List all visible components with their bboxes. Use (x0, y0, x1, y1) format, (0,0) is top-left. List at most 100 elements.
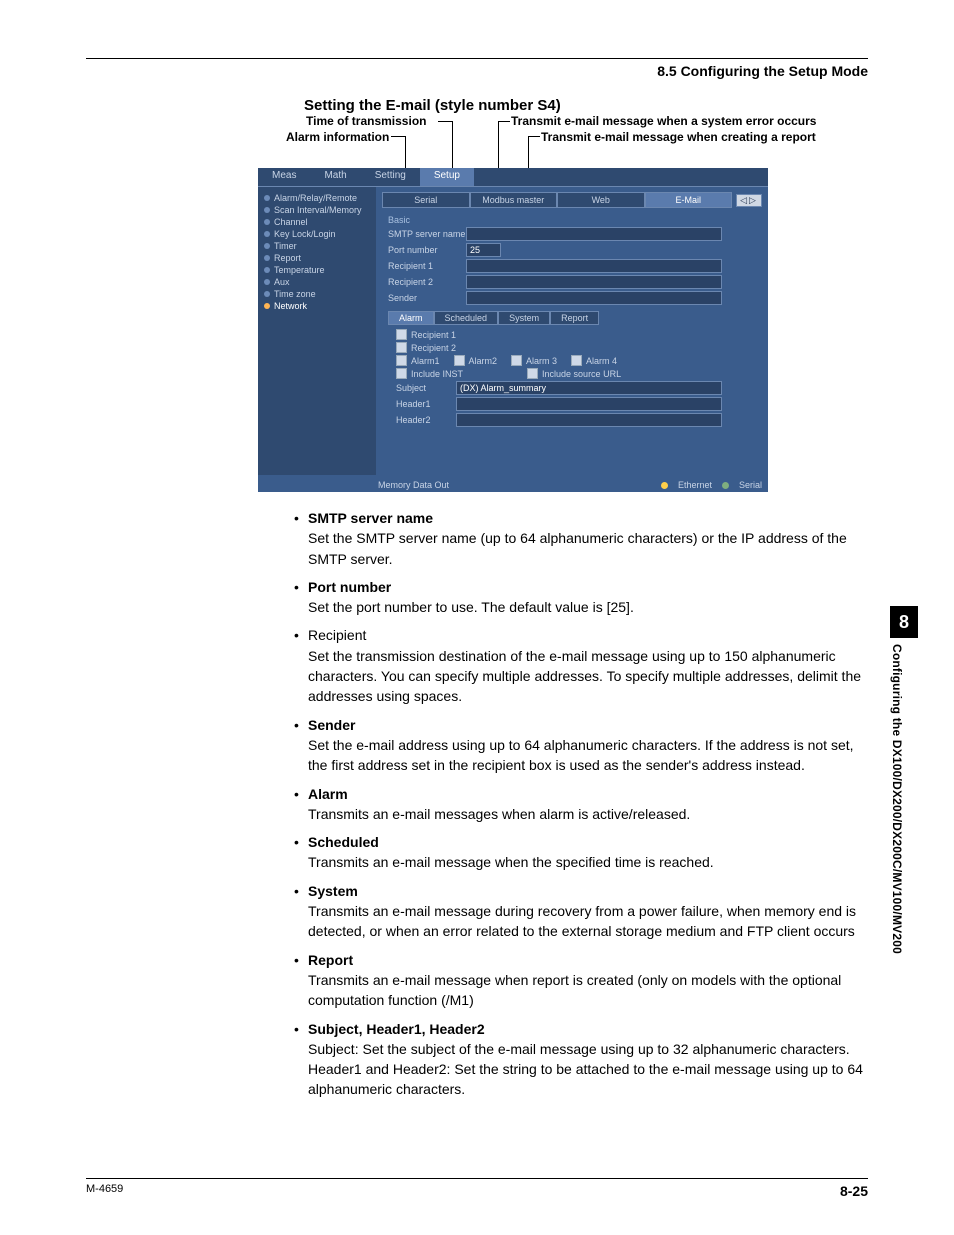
chk-include-inst[interactable]: Include INST (396, 368, 463, 379)
annot-report: Transmit e-mail message when creating a … (541, 130, 821, 144)
footer-left: M-4659 (86, 1183, 123, 1199)
doc-item: •SMTP server nameSet the SMTP server nam… (294, 508, 868, 569)
label-smtp: SMTP server name (388, 229, 466, 239)
sidebar-item-timezone[interactable]: Time zone (264, 289, 370, 299)
doc-item-head: SMTP server name (308, 510, 433, 526)
chk-label: Alarm 3 (526, 356, 557, 366)
input-port[interactable]: 25 (466, 243, 501, 257)
input-smtp[interactable] (466, 227, 722, 241)
doc-item: •Subject, Header1, Header2Subject: Set t… (294, 1019, 868, 1100)
subtab-web[interactable]: Web (557, 192, 645, 208)
sidebar-item-temp[interactable]: Temperature (264, 265, 370, 275)
input-subject[interactable]: (DX) Alarm_summary (456, 381, 722, 395)
annot-alarm: Alarm information (286, 130, 389, 144)
chk-label: Recipient 2 (411, 343, 456, 353)
chk-alarm3[interactable]: Alarm 3 (511, 355, 557, 366)
sidebar-item-label: Alarm/Relay/Remote (274, 193, 357, 203)
subtab-nav-arrows[interactable]: ◁▷ (736, 194, 762, 207)
chapter-tab: 8 Configuring the DX100/DX200/DX200C/MV1… (890, 606, 918, 954)
sidebar-item-channel[interactable]: Channel (264, 217, 370, 227)
footer-right: 8-25 (840, 1183, 868, 1199)
chk-label: Include INST (411, 369, 463, 379)
label-header1: Header1 (396, 399, 456, 409)
doc-item-body: Transmits an e-mail message during recov… (308, 901, 868, 942)
status-serial-icon (722, 482, 729, 489)
page-header-section: 8.5 Configuring the Setup Mode (86, 63, 868, 79)
doc-content: •SMTP server nameSet the SMTP server nam… (294, 508, 868, 1100)
sidebar-item-alarm[interactable]: Alarm/Relay/Remote (264, 193, 370, 203)
sidebar-item-label: Key Lock/Login (274, 229, 336, 239)
input-header2[interactable] (456, 413, 722, 427)
chk-label: Alarm1 (411, 356, 440, 366)
doc-item-body: Transmits an e-mail message when report … (308, 970, 868, 1011)
top-tab-setup[interactable]: Setup (420, 168, 474, 186)
doc-item: •Port numberSet the port number to use. … (294, 577, 868, 618)
annot-time: Time of transmission (306, 114, 426, 128)
chk-alarm2[interactable]: Alarm2 (454, 355, 498, 366)
doc-item: •ScheduledTransmits an e-mail message wh… (294, 832, 868, 873)
chk-alarm4[interactable]: Alarm 4 (571, 355, 617, 366)
sidebar-item-report[interactable]: Report (264, 253, 370, 263)
sidebar-item-scan[interactable]: Scan Interval/Memory (264, 205, 370, 215)
doc-item-head: Subject, Header1, Header2 (308, 1021, 485, 1037)
status-eth-icon (661, 482, 668, 489)
chk-recipient1[interactable]: Recipient 1 (396, 329, 456, 340)
main-panel: Serial Modbus master Web E-Mail ◁▷ Basic… (376, 187, 768, 475)
status-eth: Ethernet (678, 480, 712, 490)
doc-item-body: Set the e-mail address using up to 64 al… (308, 735, 868, 776)
sidebar-item-label: Aux (274, 277, 290, 287)
chk-label: Alarm 4 (586, 356, 617, 366)
input-recip1[interactable] (466, 259, 722, 273)
group-basic: Basic (388, 215, 762, 225)
doc-item-head: Port number (308, 579, 391, 595)
subtab-email[interactable]: E-Mail (645, 192, 733, 208)
modetab-alarm[interactable]: Alarm (388, 311, 434, 325)
input-recip2[interactable] (466, 275, 722, 289)
modetab-scheduled[interactable]: Scheduled (434, 311, 499, 325)
subtab-serial[interactable]: Serial (382, 192, 470, 208)
sidebar-item-label: Temperature (274, 265, 325, 275)
chk-alarm1[interactable]: Alarm1 (396, 355, 440, 366)
doc-item-head: Alarm (308, 786, 348, 802)
top-tabbar: Meas Math Setting Setup (258, 168, 768, 187)
sidebar-item-timer[interactable]: Timer (264, 241, 370, 251)
doc-item-head: Recipient (308, 627, 366, 643)
label-port: Port number (388, 245, 466, 255)
chk-include-src[interactable]: Include source URL (527, 368, 621, 379)
sidebar-item-label: Network (274, 301, 307, 311)
top-tab-math[interactable]: Math (310, 168, 360, 186)
chk-recipient2[interactable]: Recipient 2 (396, 342, 456, 353)
input-header1[interactable] (456, 397, 722, 411)
sidebar-item-label: Report (274, 253, 301, 263)
doc-item-body: Subject: Set the subject of the e-mail m… (308, 1039, 868, 1100)
top-tab-meas[interactable]: Meas (258, 168, 310, 186)
section-title: Setting the E-mail (style number S4) (304, 97, 868, 114)
sidebar-item-label: Scan Interval/Memory (274, 205, 362, 215)
chk-label: Alarm2 (469, 356, 498, 366)
input-sender[interactable] (466, 291, 722, 305)
annot-syserr: Transmit e-mail message when a system er… (511, 114, 816, 128)
chapter-title: Configuring the DX100/DX200/DX200C/MV100… (890, 644, 904, 954)
doc-item-body: Set the port number to use. The default … (308, 597, 868, 617)
status-serial: Serial (739, 480, 762, 490)
sidebar-item-label: Time zone (274, 289, 316, 299)
doc-item-body: Transmits an e-mail message when the spe… (308, 852, 868, 872)
doc-item: •SenderSet the e-mail address using up t… (294, 715, 868, 776)
label-sender: Sender (388, 293, 466, 303)
doc-item-body: Transmits an e-mail messages when alarm … (308, 804, 868, 824)
chapter-number: 8 (890, 606, 918, 638)
doc-item: •AlarmTransmits an e-mail messages when … (294, 784, 868, 825)
sidebar-item-keylock[interactable]: Key Lock/Login (264, 229, 370, 239)
sidebar-item-label: Channel (274, 217, 308, 227)
subtab-modbus[interactable]: Modbus master (470, 192, 558, 208)
modetab-report[interactable]: Report (550, 311, 599, 325)
modetab-system[interactable]: System (498, 311, 550, 325)
doc-item-head: Report (308, 952, 353, 968)
sidebar: Alarm/Relay/Remote Scan Interval/Memory … (258, 187, 376, 475)
sidebar-item-aux[interactable]: Aux (264, 277, 370, 287)
chk-label: Include source URL (542, 369, 621, 379)
sidebar-item-network[interactable]: Network (264, 301, 370, 311)
label-recip2: Recipient 2 (388, 277, 466, 287)
doc-item: •RecipientSet the transmission destinati… (294, 625, 868, 706)
top-tab-setting[interactable]: Setting (361, 168, 420, 186)
